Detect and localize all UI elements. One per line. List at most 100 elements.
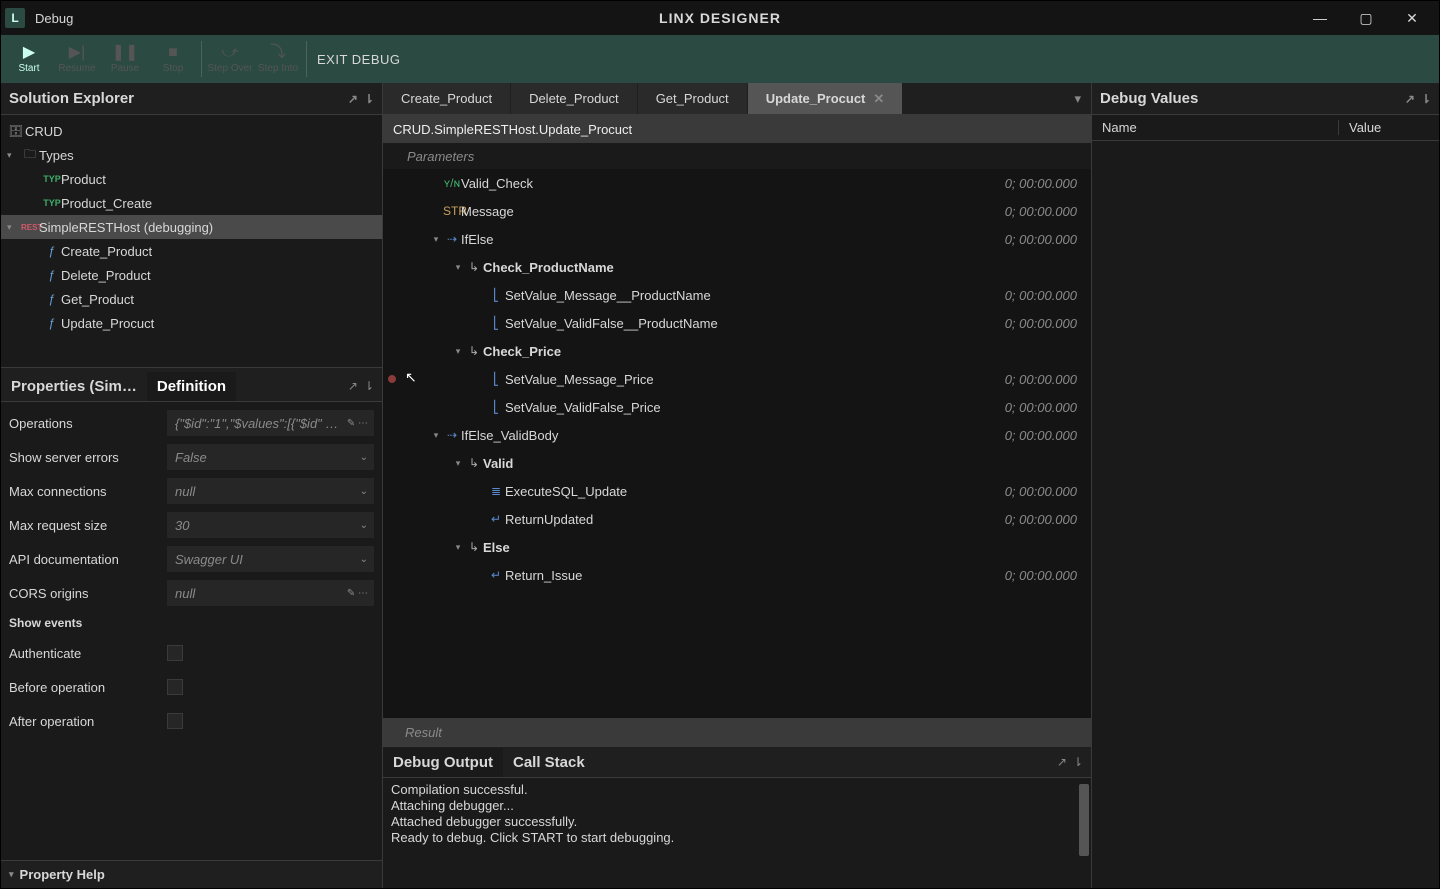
pin-icon[interactable]: ⇂	[364, 379, 374, 393]
flow-row[interactable]: ↵Return_Issue0; 00:00.000	[383, 561, 1091, 589]
tab-debug-output[interactable]: Debug Output	[383, 748, 503, 777]
editor-tab[interactable]: Delete_Product	[511, 83, 637, 114]
cond-icon: ⇢	[443, 232, 461, 246]
popout-icon[interactable]: ↗	[1057, 755, 1067, 769]
checkbox[interactable]	[167, 713, 183, 729]
close-icon[interactable]: ✕	[873, 91, 884, 107]
debug-values-columns: Name Value	[1092, 115, 1439, 141]
pin-icon[interactable]: ⇂	[1421, 92, 1431, 106]
tab-definition[interactable]: Definition	[147, 372, 236, 401]
tab-properties[interactable]: Properties (Sim…	[1, 372, 147, 401]
maximize-button[interactable]: ▢	[1343, 1, 1389, 35]
column-name[interactable]: Name	[1092, 120, 1339, 135]
editor-tab[interactable]: Get_Product	[638, 83, 747, 114]
flow-name: SetValue_ValidFalse_Price	[505, 400, 1005, 415]
property-row: Show server errors False⌄	[1, 440, 382, 474]
property-value[interactable]: False⌄	[167, 444, 374, 470]
resume-button[interactable]: ▶| Resume	[53, 37, 101, 81]
flow-row[interactable]: ▾↳Check_ProductName	[383, 253, 1091, 281]
tab-menu-icon[interactable]: ▾	[1064, 83, 1091, 114]
flow-row[interactable]: ⎣SetValue_Message_Price0; 00:00.000	[383, 365, 1091, 393]
flow-name: SetValue_ValidFalse__ProductName	[505, 316, 1005, 331]
pin-icon[interactable]: ⇂	[364, 92, 374, 106]
tab-call-stack[interactable]: Call Stack	[503, 748, 595, 777]
tree-row[interactable]: ƒCreate_Product	[1, 239, 382, 263]
step-into-icon: ⤵	[270, 45, 286, 61]
db-icon: ≣	[487, 484, 505, 498]
flow-row[interactable]: ≣ExecuteSQL_Update0; 00:00.000	[383, 477, 1091, 505]
tree-row[interactable]: ƒUpdate_Procuct	[1, 311, 382, 335]
tree-row[interactable]: ƒDelete_Product	[1, 263, 382, 287]
property-row: After operation	[1, 704, 382, 738]
step-into-button[interactable]: ⤵ Step Into	[254, 37, 302, 81]
stop-button[interactable]: ■ Stop	[149, 37, 197, 81]
flow-row[interactable]: ↵ReturnUpdated0; 00:00.000	[383, 505, 1091, 533]
flow-view[interactable]: ʏ/ɴValid_Check0; 00:00.000STRMessage0; 0…	[383, 169, 1091, 718]
exit-debug-button[interactable]: EXIT DEBUG	[317, 52, 401, 67]
editor-tab[interactable]: Update_Procuct✕	[748, 83, 903, 114]
checkbox[interactable]	[167, 679, 183, 695]
toolbar-separator	[201, 41, 202, 77]
menu-debug[interactable]: Debug	[35, 11, 73, 26]
solution-explorer-title: Solution Explorer	[9, 90, 134, 107]
flow-row[interactable]: ▾⇢IfElse_ValidBody0; 00:00.000	[383, 421, 1091, 449]
property-value[interactable]: null⌄	[167, 478, 374, 504]
property-help-bar[interactable]: ▾ Property Help	[1, 860, 382, 888]
tab-label: Delete_Product	[529, 91, 619, 106]
property-label: Show server errors	[9, 450, 159, 465]
branch-icon: ↳	[465, 344, 483, 358]
editor-column: Create_Product Delete_Product Get_ProductU…	[383, 83, 1091, 888]
popout-icon[interactable]: ↗	[1405, 92, 1415, 106]
property-value[interactable]: {"$id":"1","$values":[{"$id" …✎ ⋯	[167, 410, 374, 436]
properties-list: Operations{"$id":"1","$values":[{"$id" ……	[1, 402, 382, 860]
flow-row[interactable]: ▾⇢IfElse0; 00:00.000	[383, 225, 1091, 253]
tree-row[interactable]: ▾RESTSimpleRESTHost (debugging)	[1, 215, 382, 239]
scrollbar-thumb[interactable]	[1079, 784, 1089, 856]
flow-row[interactable]: ʏ/ɴValid_Check0; 00:00.000	[383, 169, 1091, 197]
flow-row[interactable]: STRMessage0; 00:00.000	[383, 197, 1091, 225]
tree-row[interactable]: TYPProduct_Create	[1, 191, 382, 215]
property-row: Max connectionsnull⌄	[1, 474, 382, 508]
breakpoint-icon[interactable]	[388, 375, 396, 383]
debug-output[interactable]: Compilation successful. Attaching debugg…	[383, 778, 1091, 888]
start-button[interactable]: ▶ Start	[5, 37, 53, 81]
flow-row[interactable]: ⎣SetValue_ValidFalse_Price0; 00:00.000	[383, 393, 1091, 421]
column-value[interactable]: Value	[1339, 120, 1439, 135]
flow-row[interactable]: ⎣SetValue_ValidFalse__ProductName0; 00:0…	[383, 309, 1091, 337]
property-value[interactable]: 30⌄	[167, 512, 374, 538]
tree-row[interactable]: ▾🗀Types	[1, 143, 382, 167]
popout-icon[interactable]: ↗	[348, 92, 358, 106]
property-value[interactable]: null✎ ⋯	[167, 580, 374, 606]
set-icon: ⎣	[487, 288, 505, 302]
var-icon: ʏ/ɴ	[443, 176, 461, 190]
property-value[interactable]: Swagger UI⌄	[167, 546, 374, 572]
checkbox[interactable]	[167, 645, 183, 661]
play-icon: ▶	[23, 45, 35, 61]
flow-row[interactable]: ▾↳Check_Price	[383, 337, 1091, 365]
flow-name: SetValue_Message__ProductName	[505, 288, 1005, 303]
flow-row[interactable]: ▾↳Else	[383, 533, 1091, 561]
solution-tree[interactable]: 🗄CRUD▾🗀TypesTYPProductTYPProduct_Create▾…	[1, 115, 382, 367]
flow-row[interactable]: ▾↳Valid	[383, 449, 1091, 477]
str-icon: STR	[443, 204, 461, 218]
flow-time: 0; 00:00.000	[1005, 204, 1077, 219]
flow-time: 0; 00:00.000	[1005, 512, 1077, 527]
popout-icon[interactable]: ↗	[348, 379, 358, 393]
tree-row[interactable]: ƒGet_Product	[1, 287, 382, 311]
window: L Debug LINX DESIGNER — ▢ ✕ ▶ Start ▶| R…	[0, 0, 1440, 889]
pause-button[interactable]: ❚❚ Pause	[101, 37, 149, 81]
property-row: Operations{"$id":"1","$values":[{"$id" ……	[1, 406, 382, 440]
close-button[interactable]: ✕	[1389, 1, 1435, 35]
flow-time: 0; 00:00.000	[1005, 568, 1077, 583]
titlebar: L Debug LINX DESIGNER — ▢ ✕	[1, 1, 1439, 35]
tree-row[interactable]: TYPProduct	[1, 167, 382, 191]
branch-icon: ↳	[465, 540, 483, 554]
step-over-button[interactable]: ⤻ Step Over	[206, 37, 254, 81]
editor-tab[interactable]: Create_Product	[383, 83, 510, 114]
flow-row[interactable]: ⎣SetValue_Message__ProductName0; 00:00.0…	[383, 281, 1091, 309]
tree-row[interactable]: 🗄CRUD	[1, 119, 382, 143]
resume-label: Resume	[58, 63, 95, 74]
debug-output-text: Compilation successful. Attaching debugg…	[391, 782, 674, 845]
minimize-button[interactable]: —	[1297, 1, 1343, 35]
pin-icon[interactable]: ⇂	[1073, 755, 1083, 769]
